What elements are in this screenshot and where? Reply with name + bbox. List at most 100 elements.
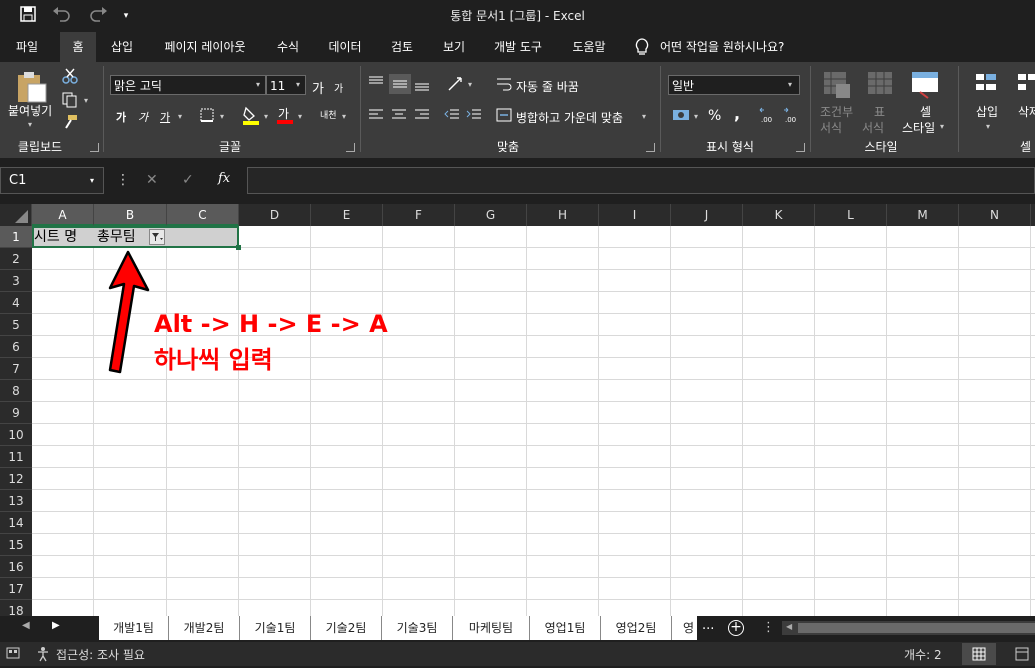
paste-button-label[interactable]: 붙여넣기 [8,102,52,119]
increase-decimal-icon[interactable]: .00 [758,106,776,124]
merge-dropdown-icon[interactable]: ▾ [642,112,646,121]
insert-cells-icon[interactable] [974,70,1002,98]
row-header-13[interactable]: 13 [0,490,32,512]
row-header-3[interactable]: 3 [0,270,32,292]
column-header-d[interactable]: D [239,204,311,226]
macro-record-icon[interactable] [6,646,20,660]
percent-button[interactable]: % [708,108,721,124]
row-header-10[interactable]: 10 [0,424,32,446]
cancel-entry-icon[interactable]: ✕ [146,172,158,188]
enter-entry-icon[interactable]: ✓ [182,172,194,188]
decrease-indent-icon[interactable] [444,108,462,122]
shrink-font-button[interactable]: 가 [334,80,343,95]
align-right-icon[interactable] [414,108,432,122]
row-header-14[interactable]: 14 [0,512,32,534]
number-launcher-icon[interactable] [796,143,805,152]
sheet-tab[interactable]: 기술3팀 [382,616,453,640]
sheet-tab[interactable]: 영업1팀 [530,616,601,640]
font-name-combo[interactable]: 맑은 고딕 [110,75,266,95]
sheet-tab[interactable]: 기술1팀 [240,616,311,640]
sheet-options-icon[interactable]: ⋮ [762,620,775,635]
number-format-dropdown-icon[interactable]: ▾ [788,80,792,89]
accounting-dropdown-icon[interactable]: ▾ [694,112,698,121]
copy-icon[interactable] [62,92,80,110]
cut-icon[interactable] [62,68,80,86]
sheet-tab[interactable]: 영 [672,616,697,640]
row-header-15[interactable]: 15 [0,534,32,556]
format-table-line1[interactable]: 표 [874,103,885,120]
row-header-16[interactable]: 16 [0,556,32,578]
insert-function-icon[interactable]: fx [218,171,230,186]
delete-cells-icon[interactable] [1016,70,1035,98]
tab-insert[interactable]: 삽입 [100,32,144,62]
tab-home[interactable]: 홈 [60,32,96,62]
redo-icon[interactable] [84,6,112,26]
column-header-l[interactable]: L [815,204,887,226]
column-header-c[interactable]: C [167,204,239,226]
bold-button[interactable]: 가 [116,109,126,125]
align-top-icon[interactable] [368,76,386,90]
scrollbar-thumb[interactable] [798,623,1035,633]
align-left-icon[interactable] [368,108,386,122]
row-header-12[interactable]: 12 [0,468,32,490]
row-header-4[interactable]: 4 [0,292,32,314]
accessibility-status[interactable]: 접근성: 조사 필요 [56,646,145,663]
worksheet-grid[interactable]: A B C D E F G H I J K L M N 1 2 3 4 5 6 … [0,204,1035,616]
name-box-dropdown-icon[interactable]: ▾ [90,176,94,185]
format-as-table-icon[interactable] [866,70,896,100]
row-header-9[interactable]: 9 [0,402,32,424]
delete-cells-button[interactable]: 삭제 [1018,103,1035,120]
filter-dropdown-icon[interactable] [149,229,165,245]
save-icon[interactable] [18,6,38,26]
tab-help[interactable]: 도움말 [562,32,616,62]
row-header-6[interactable]: 6 [0,336,32,358]
formula-input[interactable] [247,167,1035,194]
scroll-left-icon[interactable]: ◀ [786,622,792,631]
scroll-tabs-left-icon[interactable]: ◀ [22,620,30,631]
phonetic-dropdown-icon[interactable]: ▾ [342,112,346,121]
row-header-5[interactable]: 5 [0,314,32,336]
column-header-i[interactable]: I [599,204,671,226]
row-header-1[interactable]: 1 [0,226,32,248]
increase-indent-icon[interactable] [466,108,484,122]
font-name-dropdown-icon[interactable]: ▾ [256,80,260,89]
align-bottom-icon[interactable] [414,76,432,92]
tab-page-layout[interactable]: 페이지 레이아웃 [150,32,260,62]
align-center-icon[interactable] [391,108,409,122]
format-painter-icon[interactable] [62,114,80,132]
customize-icon[interactable]: ▾ [118,6,134,26]
cell-a1[interactable]: 시트 명 [34,226,77,248]
select-all-corner[interactable] [0,204,32,226]
scroll-tabs-right-icon[interactable]: ▶ [52,620,60,631]
wrap-text-button[interactable]: 자동 줄 바꿈 [516,78,579,95]
format-table-line2[interactable]: 서식 [862,119,884,136]
column-header-h[interactable]: H [527,204,599,226]
number-format-combo[interactable]: 일반 [668,75,800,95]
orientation-dropdown-icon[interactable]: ▾ [468,80,472,89]
cell-styles-line2[interactable]: 스타일 [902,119,935,136]
column-header-g[interactable]: G [455,204,527,226]
undo-icon[interactable] [48,6,76,26]
accounting-format-icon[interactable] [672,108,690,122]
column-header-b[interactable]: B [94,204,167,226]
column-header-n[interactable]: N [959,204,1031,226]
grow-font-button[interactable]: 가 [312,78,324,97]
fill-color-icon[interactable] [242,106,260,126]
conditional-format-line2[interactable]: 서식 [820,119,842,136]
column-header-f[interactable]: F [383,204,455,226]
font-color-dropdown-icon[interactable]: ▾ [298,112,302,121]
decrease-decimal-icon[interactable]: .00 [782,106,800,124]
column-header-j[interactable]: J [671,204,743,226]
merge-center-icon[interactable] [496,108,512,122]
cell-styles-icon[interactable] [910,70,942,100]
font-size-dropdown-icon[interactable]: ▾ [296,80,300,89]
tab-review[interactable]: 검토 [380,32,424,62]
row-header-17[interactable]: 17 [0,578,32,600]
normal-view-button[interactable] [962,643,996,665]
sheet-tab[interactable]: 마케팅팀 [453,616,530,640]
fill-handle[interactable] [236,245,241,250]
sheet-tab[interactable]: 기술2팀 [311,616,382,640]
sheet-tab[interactable]: 개발1팀 [99,616,169,640]
merge-center-button[interactable]: 병합하고 가운데 맞춤 [516,109,623,126]
wrap-text-icon[interactable] [496,76,512,92]
